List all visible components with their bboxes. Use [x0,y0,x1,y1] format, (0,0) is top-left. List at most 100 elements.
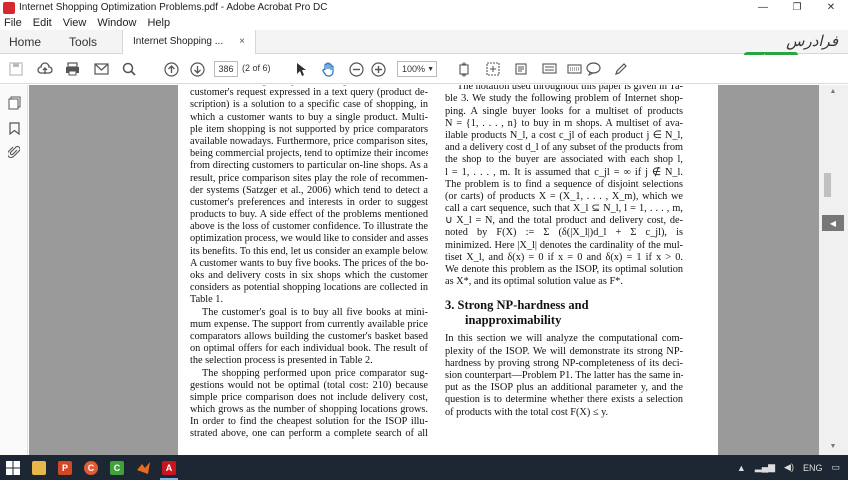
main-toolbar: 386 (2 of 6) 100% ▼ [0,55,848,84]
expand-right-pane-button[interactable]: ◀ [822,215,844,231]
document-text-line: and a delivery cost d_l of any subset of… [445,142,683,154]
document-text-line: A customer wants to buy five books. The … [190,257,428,269]
previous-page-icon[interactable] [162,60,180,78]
menu-window[interactable]: Window [97,17,136,29]
scrolling-mode-icon[interactable] [540,60,558,78]
next-page-icon[interactable] [188,60,206,78]
windows-start-icon[interactable] [0,455,26,480]
menu-bar: File Edit View Window Help [0,15,848,30]
email-icon[interactable] [92,60,110,78]
document-text-line: ble 3. We study the following problem of… [445,93,683,105]
document-text-line: on optimal offers for each individual bo… [190,343,428,355]
tab-tools[interactable]: Tools [69,35,97,49]
section-3-heading: 3. Strong NP-hardness and inapproximabil… [445,298,683,328]
document-text-line: The problem is to find a sequence of dis… [445,178,683,190]
document-text-line: (or carts) of products X = (X_1, . . . ,… [445,190,683,202]
document-text-line: We denote this problem as the ISOP, its … [445,264,683,275]
language-indicator[interactable]: ENG [803,463,823,473]
page-count-label: (2 of 6) [242,63,271,73]
system-tray: ▲ ▂▄▆ ◀) ENG ▭ [728,455,840,480]
window-controls: — ❐ ✕ [746,0,848,15]
tab-document[interactable]: Internet Shopping ... × [122,29,256,54]
document-text-line: available nowadays. Furthermore, price c… [190,135,428,147]
search-icon[interactable] [120,60,138,78]
zoom-out-icon[interactable] [347,60,365,78]
network-icon[interactable]: ▂▄▆ [755,462,775,473]
acrobat-app-icon [3,1,15,14]
matlab-icon[interactable] [130,455,156,480]
menu-edit[interactable]: Edit [33,17,52,29]
acrobat-taskbar-icon[interactable]: A [156,455,182,480]
file-explorer-icon[interactable] [26,455,52,480]
document-text-line: oks and delivery costs in six shops whic… [190,270,428,281]
document-text-line: noted by F(X) := Σ (δ(|X_l|)d_l + Σ c_jl… [445,227,683,239]
document-text-line: gestions would not be optimal (total cos… [190,379,428,391]
window-title: Internet Shopping Optimization Problems.… [19,2,328,13]
keyboard-icon[interactable] [565,60,583,78]
document-text-line: ∪ X_l = N, and the total product and del… [445,215,683,227]
menu-help[interactable]: Help [147,17,170,29]
notifications-icon[interactable]: ▭ [831,462,840,473]
menu-file[interactable]: File [4,17,22,29]
document-text-line: of products with the total cost F(X) ≤ y… [445,406,609,418]
right-column-bottom: In this section we will analyze the comp… [445,333,683,418]
chevron-down-icon: ▼ [427,65,434,73]
document-text-line: result, price comparison sites play the … [190,172,428,184]
right-column: 2. Problem definitionThe notation used t… [445,85,683,419]
tab-close-icon[interactable]: × [239,36,245,47]
pdf-page: It is worth noting that price ranking bu… [178,85,718,455]
right-column-top: 2. Problem definitionThe notation used t… [445,85,683,288]
scroll-up-icon[interactable]: ▲ [828,88,838,96]
document-text-line: call a cart sequence, such that X_l ⊆ N_… [445,203,683,215]
chrome-alt-icon[interactable]: C [78,455,104,480]
select-cursor-icon[interactable] [292,60,310,78]
camtasia-icon[interactable]: C [104,455,130,480]
rotate-view-icon[interactable] [512,60,530,78]
document-text-line: put as the ISOP plus an additional param… [445,382,683,394]
document-text-line: scription) is a solution to a specific c… [190,99,428,111]
zoom-level-select[interactable]: 100% ▼ [397,61,437,77]
document-text-line: In order to find the cheapest solution f… [190,416,428,428]
document-text-line: above is the loss of customer confidence… [190,221,428,233]
document-text-line: the shop to the buyer are associated wit… [445,154,683,166]
print-icon[interactable] [63,60,81,78]
document-text-line: being commercial projects, tend to optim… [190,148,428,160]
document-text-line: In this section we will analyze the comp… [445,333,683,345]
tray-arrow-icon[interactable]: ▲ [737,463,746,473]
document-text-line: customer's request expressed in a text q… [190,87,428,99]
document-text-line: products to buy. A side effect of the pr… [190,209,428,221]
document-text-line: N = {1, . . . , n} to buy in m shops. A … [445,117,683,129]
vertical-scrollbar[interactable]: ▲ ▼ [819,85,848,455]
close-button[interactable]: ✕ [814,0,848,15]
document-text-line: sion counterpart—Problem P1. The latter … [445,369,683,381]
tab-home[interactable]: Home [9,35,41,49]
full-screen-icon[interactable] [484,60,502,78]
document-text-line: plexity of the ISOP. We will demonstrate… [445,345,683,357]
comment-icon[interactable] [584,60,602,78]
attachment-icon[interactable] [7,145,21,159]
scrollbar-thumb[interactable] [824,173,831,197]
document-text-line: strated above, one can perform a complet… [190,428,428,440]
upload-cloud-icon[interactable] [36,60,54,78]
powerpoint-icon[interactable]: P [52,455,78,480]
menu-view[interactable]: View [63,17,87,29]
document-text-line: customer's preferences and interests in … [190,196,428,208]
tab-document-label: Internet Shopping ... [133,36,224,47]
document-text-line: The customer's goal is to buy all five b… [202,306,428,318]
highlight-pen-icon[interactable] [612,60,630,78]
page-thumbnails-icon[interactable] [7,96,21,110]
fit-page-icon[interactable] [455,60,473,78]
restore-button[interactable]: ❐ [780,0,814,15]
page-number-input[interactable]: 386 [214,61,238,77]
save-icon[interactable] [7,60,25,78]
document-text-line: which grows as the number of shopping lo… [190,404,428,416]
minimize-button[interactable]: — [746,0,780,15]
volume-icon[interactable]: ◀) [784,462,794,473]
hand-tool-icon[interactable] [319,60,337,78]
zoom-in-icon[interactable] [369,60,387,78]
scroll-down-icon[interactable]: ▼ [828,443,838,451]
bookmark-icon[interactable] [7,121,21,135]
section-3-heading-line1: 3. Strong NP-hardness and [445,298,589,313]
document-text-line: hardness by proving strong NP-completene… [445,357,683,369]
document-viewport[interactable]: It is worth noting that price ranking bu… [29,85,819,455]
